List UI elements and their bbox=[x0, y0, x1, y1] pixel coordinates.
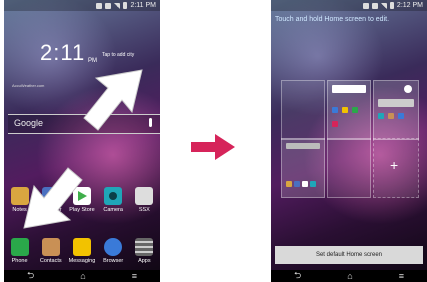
transition-arrow-icon bbox=[191, 134, 235, 160]
app-preview bbox=[398, 113, 404, 119]
app-preview bbox=[332, 121, 338, 127]
wifi-icon bbox=[371, 2, 378, 9]
right-phone-screen: 2:12 PM Touch and hold Home screen to ed… bbox=[271, 0, 427, 282]
app-preview bbox=[352, 107, 358, 113]
app-preview bbox=[294, 181, 300, 187]
back-icon[interactable]: ⮌ bbox=[294, 268, 301, 282]
home-screen-thumbnail[interactable] bbox=[281, 138, 325, 198]
menu-icon[interactable]: ≡ bbox=[399, 271, 404, 281]
status-bar: 2:12 PM bbox=[271, 0, 427, 11]
home-indicator-icon bbox=[404, 85, 412, 93]
widget-preview bbox=[286, 143, 320, 149]
signal-icon bbox=[380, 2, 387, 9]
home-screen-thumbnail[interactable] bbox=[327, 80, 371, 140]
app-preview bbox=[302, 181, 308, 187]
home-icon[interactable]: ⌂ bbox=[347, 271, 352, 281]
app-preview bbox=[332, 107, 338, 113]
status-time: 2:12 PM bbox=[396, 2, 423, 9]
home-screen-thumbnail[interactable] bbox=[327, 138, 371, 198]
app-preview bbox=[388, 113, 394, 119]
widget-preview bbox=[332, 85, 366, 93]
app-preview bbox=[310, 181, 316, 187]
left-phone-screen: 2:11 PM 2:11 PM Tap to add city AccuWeat… bbox=[4, 0, 160, 282]
app-preview bbox=[286, 181, 292, 187]
swipe-arrow-top bbox=[83, 69, 143, 131]
widget-preview bbox=[378, 99, 414, 107]
app-preview bbox=[378, 113, 384, 119]
app-preview bbox=[342, 107, 348, 113]
navigation-bar: ⮌ ⌂ ≡ bbox=[271, 270, 427, 282]
pinch-gesture-arrows bbox=[23, 69, 143, 229]
home-screen-thumbnail[interactable] bbox=[373, 80, 419, 140]
nfc-icon bbox=[362, 2, 369, 9]
edit-instruction: Touch and hold Home screen to edit. bbox=[275, 16, 390, 23]
home-screen-thumbnail[interactable] bbox=[281, 80, 325, 140]
add-icon: + bbox=[390, 157, 399, 173]
add-home-screen-slot[interactable]: + bbox=[373, 138, 419, 198]
swipe-arrow-bottom bbox=[23, 167, 83, 229]
battery-icon bbox=[389, 2, 394, 9]
set-default-home-button[interactable]: Set default Home screen bbox=[275, 246, 423, 264]
